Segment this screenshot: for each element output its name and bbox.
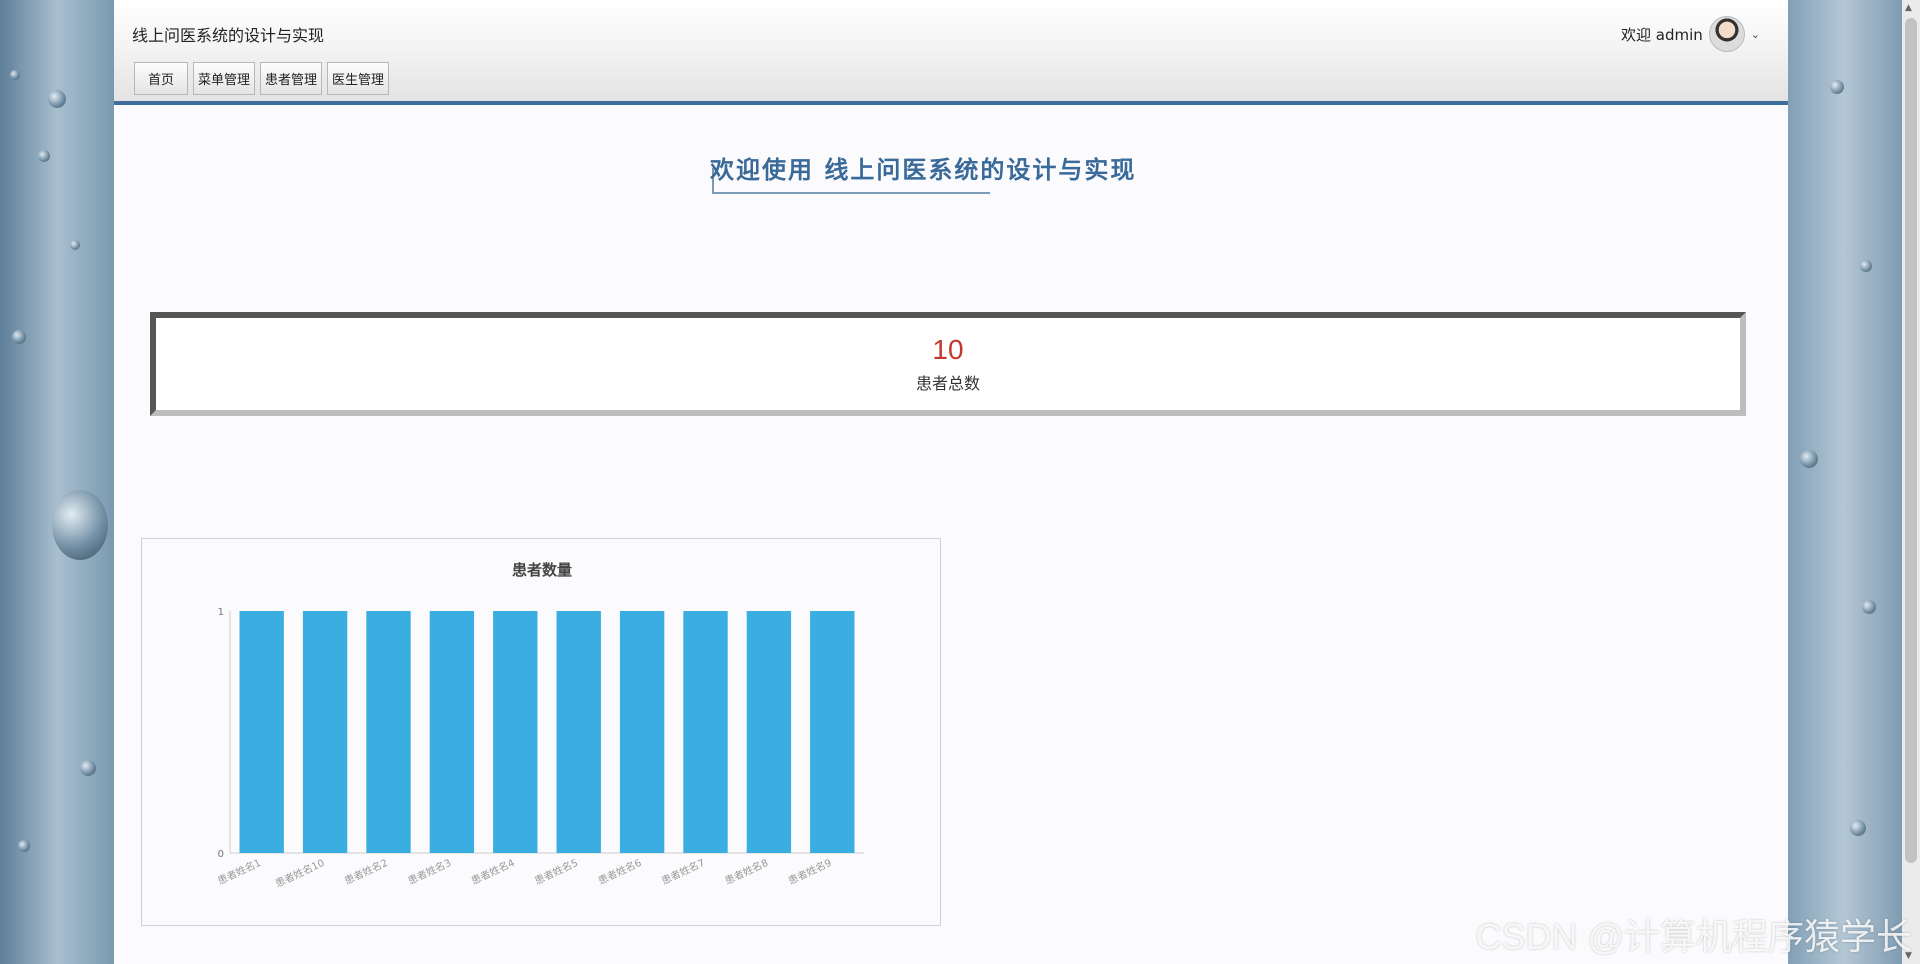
rain-drop	[38, 150, 50, 162]
app-window: 线上问医系统的设计与实现 首页 菜单管理 患者管理 医生管理 欢迎 admin …	[114, 0, 1788, 964]
stat-value: 10	[932, 334, 964, 365]
top-header: 线上问医系统的设计与实现 首页 菜单管理 患者管理 医生管理 欢迎 admin …	[114, 0, 1788, 105]
chart-title: 患者数量	[512, 561, 572, 579]
bar	[493, 611, 538, 853]
x-tick-label: 患者姓名8	[723, 856, 771, 887]
nav-menu-management-button[interactable]: 菜单管理	[193, 62, 256, 95]
rain-drop	[12, 330, 26, 344]
main-nav: 首页 菜单管理 患者管理 医生管理	[134, 62, 390, 95]
chevron-down-icon[interactable]: ⌄	[1751, 28, 1760, 41]
bar	[556, 611, 601, 853]
x-tick-label: 患者姓名6	[596, 856, 644, 887]
bar	[683, 611, 728, 853]
nav-patient-management-button[interactable]: 患者管理	[260, 62, 323, 95]
nav-doctor-management-button[interactable]: 医生管理	[327, 62, 390, 95]
x-tick-label: 患者姓名4	[469, 856, 517, 887]
welcome-title: 欢迎使用 线上问医系统的设计与实现	[710, 156, 1137, 184]
bar	[429, 611, 475, 853]
nav-home-button[interactable]: 首页	[134, 62, 189, 95]
rain-drop	[1800, 450, 1818, 468]
bar	[302, 611, 348, 853]
x-tick-label: 患者姓名7	[659, 856, 707, 887]
avatar[interactable]	[1708, 16, 1745, 52]
rain-drop	[52, 490, 108, 560]
user-menu[interactable]: 欢迎 admin ⌄	[1621, 16, 1760, 52]
user-greeting: 欢迎 admin	[1621, 25, 1703, 44]
scroll-thumb[interactable]	[1905, 18, 1917, 863]
rain-drop	[10, 70, 20, 80]
patient-count-chart: 患者数量 0 1 患者姓名1 患者姓名10 患者姓名2 患者姓名3 患者姓名4 患者姓名5 患者…	[141, 538, 941, 926]
x-tick-label: 患者姓名3	[406, 856, 454, 887]
rain-drop	[1830, 80, 1844, 94]
rain-drop	[1862, 600, 1876, 614]
y-tick-label: 0	[218, 849, 224, 860]
x-tick-label: 患者姓名2	[342, 856, 390, 887]
bar	[619, 611, 665, 853]
x-tick-label: 患者姓名9	[786, 856, 834, 887]
bar	[239, 611, 284, 853]
scroll-up-icon[interactable]: ▲	[1905, 3, 1912, 13]
watermark: CSDN @计算机程序猿学长	[1475, 916, 1912, 957]
rain-drop	[48, 90, 66, 108]
y-tick-label: 1	[218, 607, 224, 618]
stat-label: 患者总数	[915, 374, 980, 393]
x-tick-label: 患者姓名10	[273, 856, 326, 890]
rain-drop	[80, 760, 96, 776]
rain-drop	[1850, 820, 1866, 836]
page-scrollbar[interactable]: ▲ ▼	[1902, 0, 1920, 964]
rain-drop	[1860, 260, 1872, 272]
x-tick-label: 患者姓名5	[532, 856, 580, 887]
bar-chart-svg: 患者数量 0 1 患者姓名1 患者姓名10 患者姓名2 患者姓名3 患者姓名4 患者姓名5 患者…	[215, 561, 864, 890]
patient-total-card: 10 患者总数	[150, 312, 1746, 416]
bar	[746, 611, 792, 853]
rain-drop	[70, 240, 80, 250]
bar	[366, 611, 411, 853]
bar	[810, 611, 855, 853]
app-title: 线上问医系统的设计与实现	[132, 26, 325, 45]
x-tick-label: 患者姓名1	[215, 856, 263, 887]
rain-drop	[18, 840, 30, 852]
